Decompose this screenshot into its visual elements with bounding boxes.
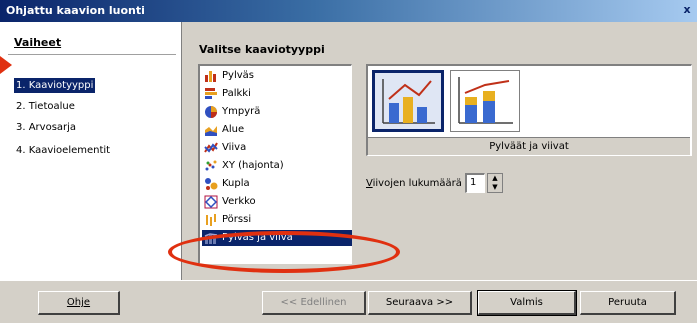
chart-type-heading: Valitse kaaviotyyppi <box>199 43 325 56</box>
step-data-series[interactable]: 3. Arvosarja <box>14 120 78 135</box>
lines-count-spinner[interactable]: ▲ ▼ <box>487 173 503 193</box>
help-button[interactable]: Ohje <box>38 291 120 315</box>
chart-type-label: Verkko <box>222 196 256 207</box>
spin-up-icon[interactable]: ▲ <box>488 174 502 183</box>
variant-label: Pylväät ja viivat <box>368 137 690 155</box>
stock-chart-icon <box>206 214 216 226</box>
lines-count-input[interactable]: 1 <box>465 173 485 193</box>
column-line-variant-icon <box>382 79 435 124</box>
chart-type-label: XY (hajonta) <box>222 160 284 171</box>
chart-type-item-column[interactable]: Pylväs <box>202 68 260 84</box>
pie-chart-icon <box>205 106 217 118</box>
chart-type-label: Pörssi <box>222 214 252 225</box>
step-chart-elements[interactable]: 4. Kaavioelementit <box>14 143 112 158</box>
steps-panel: Vaiheet 1. Kaaviotyyppi 2. Tietoalue 3. … <box>0 22 182 280</box>
bubble-chart-icon <box>205 178 218 190</box>
window-title: Ohjattu kaavion luonti <box>6 4 145 17</box>
annotation-arrow <box>0 56 12 74</box>
chart-type-item-pie[interactable]: Ympyrä <box>202 104 266 120</box>
back-button[interactable]: << Edellinen <box>262 291 366 315</box>
column-chart-icon <box>205 71 216 82</box>
lines-count-label: Viivojen lukumäärä <box>366 178 462 189</box>
chart-type-item-scatter[interactable]: XY (hajonta) <box>202 158 290 174</box>
button-bar: Ohje << Edellinen Seuraava >> Valmis Per… <box>0 280 697 323</box>
line-chart-icon <box>204 142 218 153</box>
chart-type-label: Ympyrä <box>222 106 261 117</box>
variant-stacked-columns-and-lines[interactable] <box>450 70 520 132</box>
annotation-ellipse <box>168 231 400 273</box>
chart-type-label: Kupla <box>222 178 250 189</box>
chart-type-label: Palkki <box>222 88 251 99</box>
chart-type-item-area[interactable]: Alue <box>202 122 250 138</box>
chart-type-item-stock[interactable]: Pörssi <box>202 212 257 228</box>
step-chart-type[interactable]: 1. Kaaviotyyppi <box>14 78 96 93</box>
area-chart-icon <box>205 126 217 136</box>
bar-chart-icon <box>205 88 217 99</box>
stacked-column-line-variant-icon <box>458 77 513 124</box>
chart-type-label: Pylväs <box>222 70 254 81</box>
chart-variant-area: Pylväät ja viivat <box>366 64 692 156</box>
spin-down-icon[interactable]: ▼ <box>488 183 502 192</box>
chart-type-item-bubble[interactable]: Kupla <box>202 176 256 192</box>
step-data-range[interactable]: 2. Tietoalue <box>14 99 77 114</box>
next-button[interactable]: Seuraava >> <box>368 291 472 315</box>
net-chart-icon <box>204 195 218 209</box>
cancel-button[interactable]: Peruuta <box>580 291 676 315</box>
chart-type-label: Alue <box>222 124 245 135</box>
close-icon[interactable]: x <box>679 3 695 19</box>
chart-type-label: Viiva <box>222 142 247 153</box>
finish-button[interactable]: Valmis <box>477 290 577 316</box>
steps-title: Vaiheet <box>14 36 62 49</box>
chart-type-item-net[interactable]: Verkko <box>202 194 262 210</box>
chart-type-item-bar[interactable]: Palkki <box>202 86 257 102</box>
steps-divider <box>8 54 176 55</box>
title-bar: Ohjattu kaavion luonti <box>0 0 697 22</box>
scatter-chart-icon <box>205 160 217 171</box>
chart-type-item-line[interactable]: Viiva <box>202 140 252 156</box>
variant-columns-and-lines[interactable] <box>372 70 444 132</box>
